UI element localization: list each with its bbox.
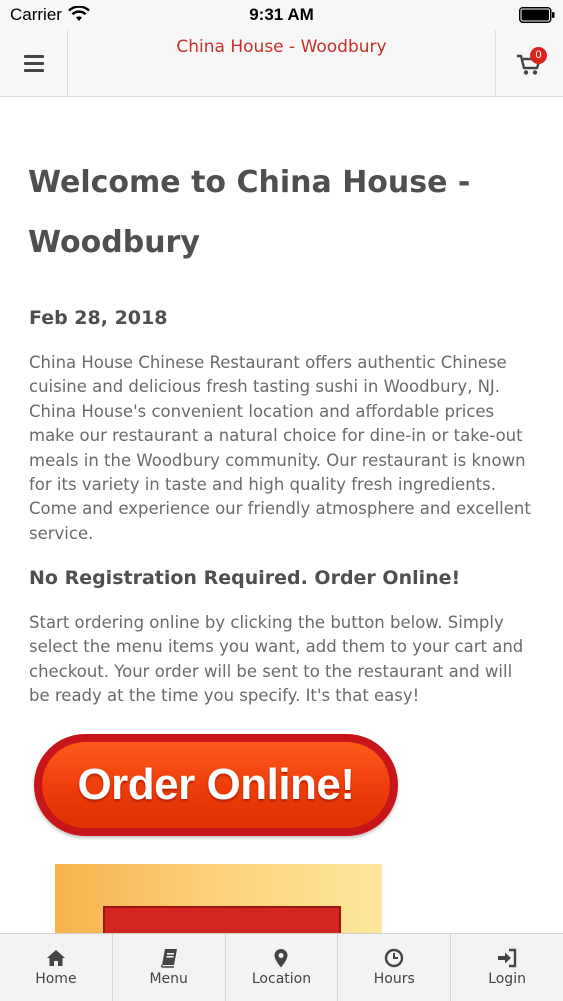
home-icon <box>46 950 65 966</box>
tab-hours[interactable]: Hours <box>338 934 452 1001</box>
page-title: China House - Woodbury <box>176 37 387 57</box>
map-pin-icon <box>274 949 288 968</box>
tab-home-label: Home <box>35 971 77 987</box>
tab-menu[interactable]: Menu <box>113 934 226 1001</box>
login-icon <box>498 948 517 968</box>
post-date: Feb 28, 2018 <box>29 307 168 329</box>
tab-location[interactable]: Location <box>226 934 339 1001</box>
cart-button[interactable]: 0 <box>495 30 563 96</box>
promo-image[interactable] <box>55 864 382 933</box>
order-online-button-label: Order Online! <box>42 742 390 828</box>
app-header: China House - Woodbury 0 <box>0 30 563 97</box>
ordering-instructions: Start ordering online by clicking the bu… <box>29 613 524 706</box>
clock-icon <box>385 948 404 968</box>
status-time: 9:31 AM <box>249 5 314 24</box>
welcome-heading: Welcome to China House - Woodbury <box>28 165 471 260</box>
book-icon <box>160 949 177 968</box>
tab-login[interactable]: Login <box>451 934 563 1001</box>
tab-location-label: Location <box>251 971 312 987</box>
tab-hours-label: Hours <box>373 971 415 987</box>
status-bar: Carrier 9:31 AM <box>0 0 563 30</box>
main-content: Welcome to China House - Woodbury Feb 28… <box>0 97 563 933</box>
tab-login-label: Login <box>488 971 526 987</box>
intro-paragraph: China House Chinese Restaurant offers au… <box>29 353 531 543</box>
hamburger-menu-button[interactable] <box>0 30 68 96</box>
tab-home[interactable]: Home <box>0 934 113 1001</box>
battery-icon <box>519 7 555 23</box>
bottom-tab-bar: Home Menu Location Hours Login <box>0 933 563 1001</box>
order-online-subheading: No Registration Required. Order Online! <box>29 567 461 589</box>
order-online-button[interactable]: Order Online! <box>34 734 398 836</box>
promo-banner <box>103 906 341 933</box>
cart-count-badge: 0 <box>530 47 547 64</box>
tab-menu-label: Menu <box>149 971 188 987</box>
